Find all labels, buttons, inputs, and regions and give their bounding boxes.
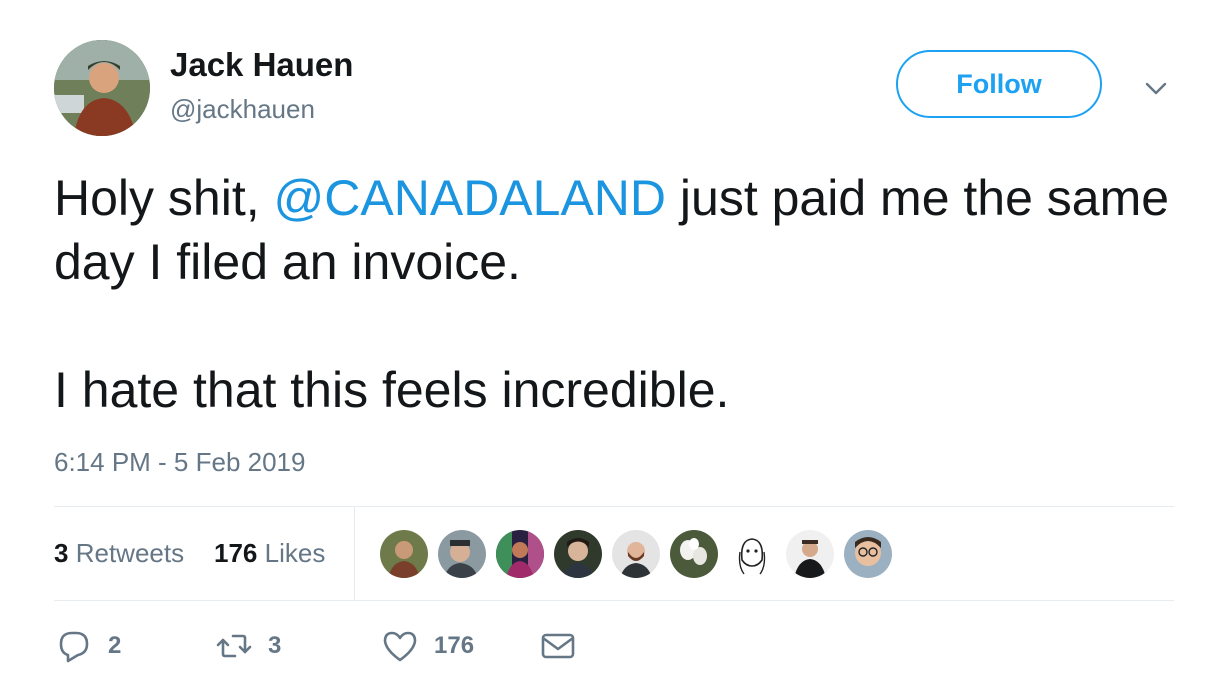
retweets-stat[interactable]: 3 Retweets	[54, 538, 184, 569]
author-name[interactable]: Jack Hauen	[170, 46, 353, 84]
divider-top	[54, 506, 1174, 507]
tweet-text: Holy shit, @CANADALAND just paid me the …	[54, 166, 1174, 422]
tweet-text-start: Holy shit,	[54, 170, 274, 226]
direct-message-action[interactable]	[538, 626, 578, 666]
like-count: 176	[434, 632, 475, 659]
liker-avatar[interactable]	[844, 530, 892, 578]
likes-count: 176	[214, 538, 258, 568]
liker-avatar[interactable]	[670, 530, 718, 578]
liker-avatar[interactable]	[438, 530, 486, 578]
follow-button[interactable]: Follow	[896, 50, 1102, 118]
stats-vertical-divider	[354, 506, 355, 600]
liker-avatar[interactable]	[554, 530, 602, 578]
liker-avatar[interactable]	[380, 530, 428, 578]
likes-stat[interactable]: 176 Likes	[214, 538, 325, 569]
retweets-label: Retweets	[75, 538, 185, 568]
reply-icon[interactable]	[54, 626, 94, 666]
retweets-count: 3	[54, 538, 69, 568]
heart-icon[interactable]	[380, 626, 420, 666]
liker-avatar[interactable]	[786, 530, 834, 578]
retweet-count: 3	[268, 632, 282, 659]
author-avatar[interactable]	[54, 40, 150, 136]
chevron-down-icon[interactable]	[1142, 74, 1170, 102]
envelope-icon[interactable]	[538, 626, 578, 666]
likes-label: Likes	[264, 538, 326, 568]
reply-action[interactable]: 2	[54, 626, 121, 666]
liker-avatar[interactable]	[612, 530, 660, 578]
divider-bottom	[54, 600, 1174, 601]
like-action[interactable]: 176	[380, 626, 474, 666]
tweet-timestamp[interactable]: 6:14 PM - 5 Feb 2019	[54, 447, 305, 478]
liker-avatar[interactable]	[728, 530, 776, 578]
mention-link[interactable]: @CANADALAND	[274, 170, 667, 226]
reply-count: 2	[108, 632, 122, 659]
retweet-action[interactable]: 3	[214, 626, 281, 666]
retweet-icon[interactable]	[214, 626, 254, 666]
author-handle[interactable]: @jackhauen	[170, 94, 315, 125]
liker-avatar[interactable]	[496, 530, 544, 578]
